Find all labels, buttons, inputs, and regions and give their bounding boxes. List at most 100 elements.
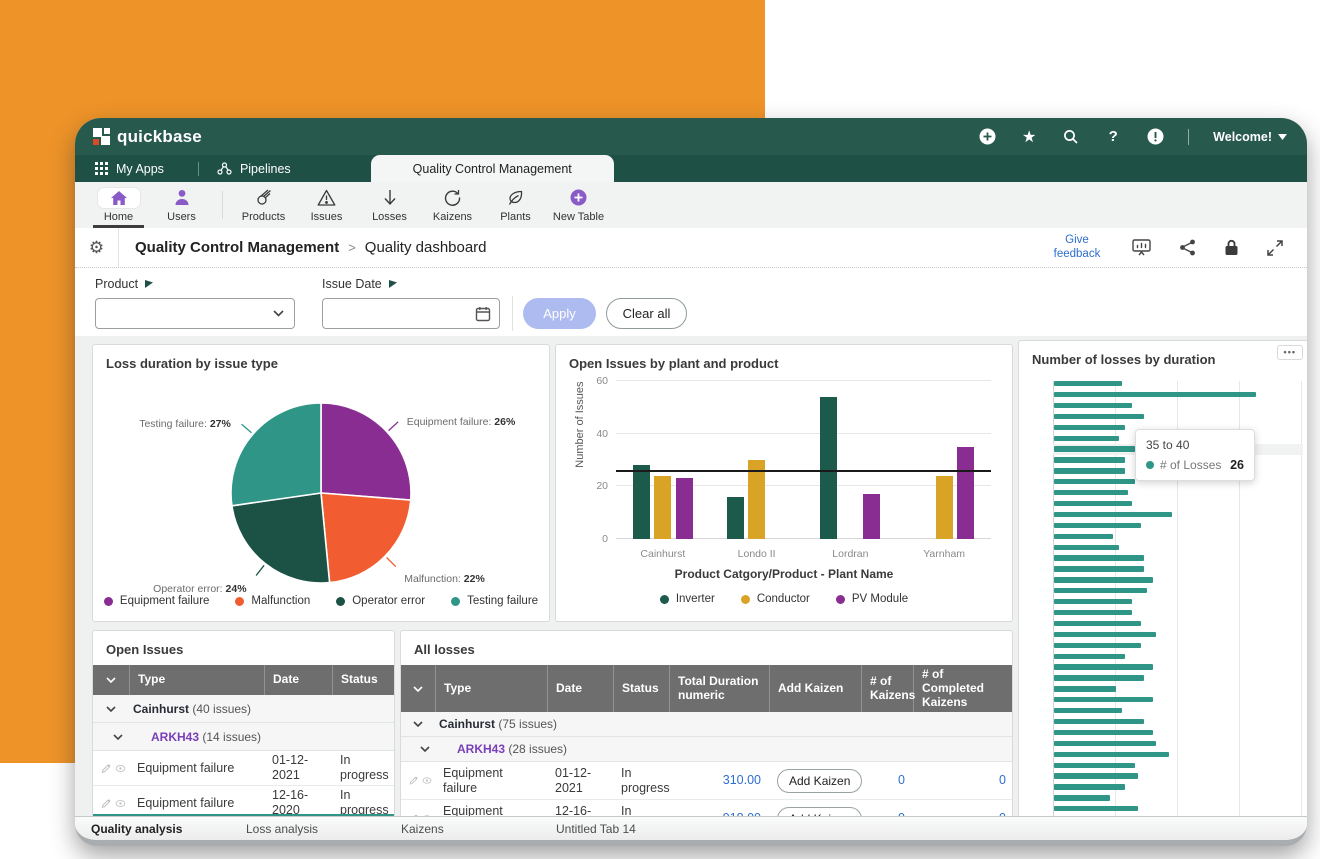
- expand-fullscreen-icon[interactable]: [1267, 240, 1283, 256]
- column-header[interactable]: Add Kaizen: [769, 665, 861, 712]
- duration-bar[interactable]: [1054, 773, 1138, 778]
- duration-bar[interactable]: [1054, 621, 1141, 626]
- duration-bar[interactable]: [1054, 446, 1135, 451]
- column-header[interactable]: Date: [264, 665, 332, 695]
- bar-inverter[interactable]: [820, 397, 837, 539]
- duration-bar[interactable]: [1054, 436, 1119, 441]
- column-header[interactable]: Total Duration numeric: [669, 665, 769, 712]
- view-eye-icon[interactable]: [115, 797, 126, 810]
- duration-bar[interactable]: [1054, 719, 1144, 724]
- duration-bar[interactable]: [1054, 730, 1153, 735]
- duration-bar[interactable]: [1054, 763, 1135, 768]
- duration-bar[interactable]: [1054, 741, 1156, 746]
- group-collapse-chevron[interactable]: [93, 734, 129, 740]
- product-filter-select[interactable]: [95, 298, 295, 329]
- column-header[interactable]: Date: [547, 665, 613, 712]
- quickbase-logo[interactable]: quickbase: [93, 127, 202, 147]
- duration-bar[interactable]: [1054, 632, 1156, 637]
- toolbar-issues[interactable]: Issues: [295, 182, 358, 228]
- legend-item[interactable]: Inverter: [660, 593, 715, 605]
- duration-bar[interactable]: [1054, 675, 1144, 680]
- column-header[interactable]: Type: [435, 665, 547, 712]
- toolbar-kaizens[interactable]: Kaizens: [421, 182, 484, 228]
- view-eye-icon[interactable]: [115, 762, 126, 775]
- nav-pipelines[interactable]: Pipelines: [211, 155, 313, 182]
- table-row[interactable]: Equipment failure01-12-2021In progress: [93, 751, 394, 786]
- clear-all-button[interactable]: Clear all: [606, 298, 687, 329]
- duration-bar[interactable]: [1054, 784, 1125, 789]
- favorites-star-icon[interactable]: ★: [1020, 128, 1038, 146]
- legend-item[interactable]: PV Module: [836, 593, 908, 605]
- cell-num-completed-kaizens[interactable]: 0: [913, 771, 1013, 790]
- account-menu[interactable]: Welcome!: [1213, 130, 1287, 144]
- bar-conductor[interactable]: [936, 476, 953, 539]
- duration-bar[interactable]: [1054, 392, 1256, 397]
- column-header[interactable]: # of Completed Kaizens: [913, 665, 1013, 712]
- duration-bar[interactable]: [1054, 534, 1113, 539]
- share-icon[interactable]: [1179, 239, 1196, 256]
- column-header[interactable]: Type: [129, 665, 264, 695]
- duration-bar[interactable]: [1054, 512, 1172, 517]
- dashboard-tab-untitled-tab-14[interactable]: Untitled Tab 14: [540, 822, 695, 836]
- legend-item[interactable]: Testing failure: [451, 595, 538, 607]
- duration-bar[interactable]: [1054, 697, 1153, 702]
- tab-quality-control-management[interactable]: Quality Control Management: [371, 155, 614, 182]
- toolbar-products[interactable]: Products: [232, 182, 295, 228]
- duration-bar[interactable]: [1054, 599, 1132, 604]
- pie-slice[interactable]: [232, 493, 330, 583]
- legend-item[interactable]: Operator error: [336, 595, 425, 607]
- presentation-icon[interactable]: [1132, 239, 1151, 256]
- collapse-all-chevron[interactable]: [401, 665, 435, 712]
- column-header[interactable]: Status: [613, 665, 669, 712]
- panel-menu-button[interactable]: •••: [1277, 345, 1303, 360]
- view-eye-icon[interactable]: [422, 774, 432, 787]
- duration-bar[interactable]: [1054, 566, 1144, 571]
- search-icon[interactable]: [1062, 128, 1080, 146]
- pie-slice[interactable]: [321, 403, 411, 500]
- breadcrumb-app-link[interactable]: Quality Control Management: [135, 239, 339, 256]
- cell-num-kaizens[interactable]: 0: [861, 771, 913, 790]
- bar-pv-module[interactable]: [676, 478, 693, 539]
- duration-bar[interactable]: [1054, 664, 1153, 669]
- duration-bar[interactable]: [1054, 501, 1132, 506]
- duration-bar[interactable]: [1054, 479, 1135, 484]
- lock-icon[interactable]: [1224, 239, 1239, 256]
- dashboard-tab-quality-analysis[interactable]: Quality analysis: [75, 822, 230, 836]
- legend-item[interactable]: Equipment failure: [104, 595, 210, 607]
- duration-bar[interactable]: [1054, 414, 1144, 419]
- duration-bar[interactable]: [1054, 806, 1138, 811]
- give-feedback-link[interactable]: Give feedback: [1050, 234, 1104, 260]
- dashboard-tab-kaizens[interactable]: Kaizens: [385, 822, 540, 836]
- duration-bar[interactable]: [1054, 468, 1125, 473]
- edit-pencil-icon[interactable]: [409, 774, 418, 787]
- duration-bar[interactable]: [1054, 555, 1144, 560]
- duration-bar[interactable]: [1054, 588, 1147, 593]
- legend-item[interactable]: Malfunction: [235, 595, 310, 607]
- duration-bar[interactable]: [1054, 523, 1141, 528]
- bar-conductor[interactable]: [654, 476, 671, 539]
- duration-bar[interactable]: [1054, 545, 1119, 550]
- duration-bar[interactable]: [1054, 403, 1132, 408]
- duration-bar[interactable]: [1054, 577, 1153, 582]
- column-header[interactable]: Status: [332, 665, 395, 695]
- bar-pv-module[interactable]: [863, 494, 880, 539]
- duration-bar[interactable]: [1054, 686, 1116, 691]
- issue-date-filter-input[interactable]: [322, 298, 500, 329]
- apply-button[interactable]: Apply: [523, 298, 596, 329]
- toolbar-home[interactable]: Home: [87, 182, 150, 228]
- pie-slice[interactable]: [231, 403, 321, 506]
- duration-bar[interactable]: [1054, 490, 1128, 495]
- group-collapse-chevron[interactable]: [401, 721, 435, 727]
- cell-total-duration[interactable]: 310.00: [669, 771, 769, 790]
- calendar-icon[interactable]: [475, 306, 491, 322]
- alert-icon[interactable]: [1146, 128, 1164, 146]
- settings-gear-icon[interactable]: ⚙: [75, 228, 119, 267]
- toolbar-losses[interactable]: Losses: [358, 182, 421, 228]
- bar-pv-module[interactable]: [957, 447, 974, 539]
- legend-item[interactable]: Conductor: [741, 593, 810, 605]
- toolbar-plants[interactable]: Plants: [484, 182, 547, 228]
- duration-bar[interactable]: [1054, 381, 1122, 386]
- collapse-all-chevron[interactable]: [93, 665, 129, 695]
- edit-pencil-icon[interactable]: [101, 762, 111, 775]
- help-icon[interactable]: ?: [1104, 128, 1122, 146]
